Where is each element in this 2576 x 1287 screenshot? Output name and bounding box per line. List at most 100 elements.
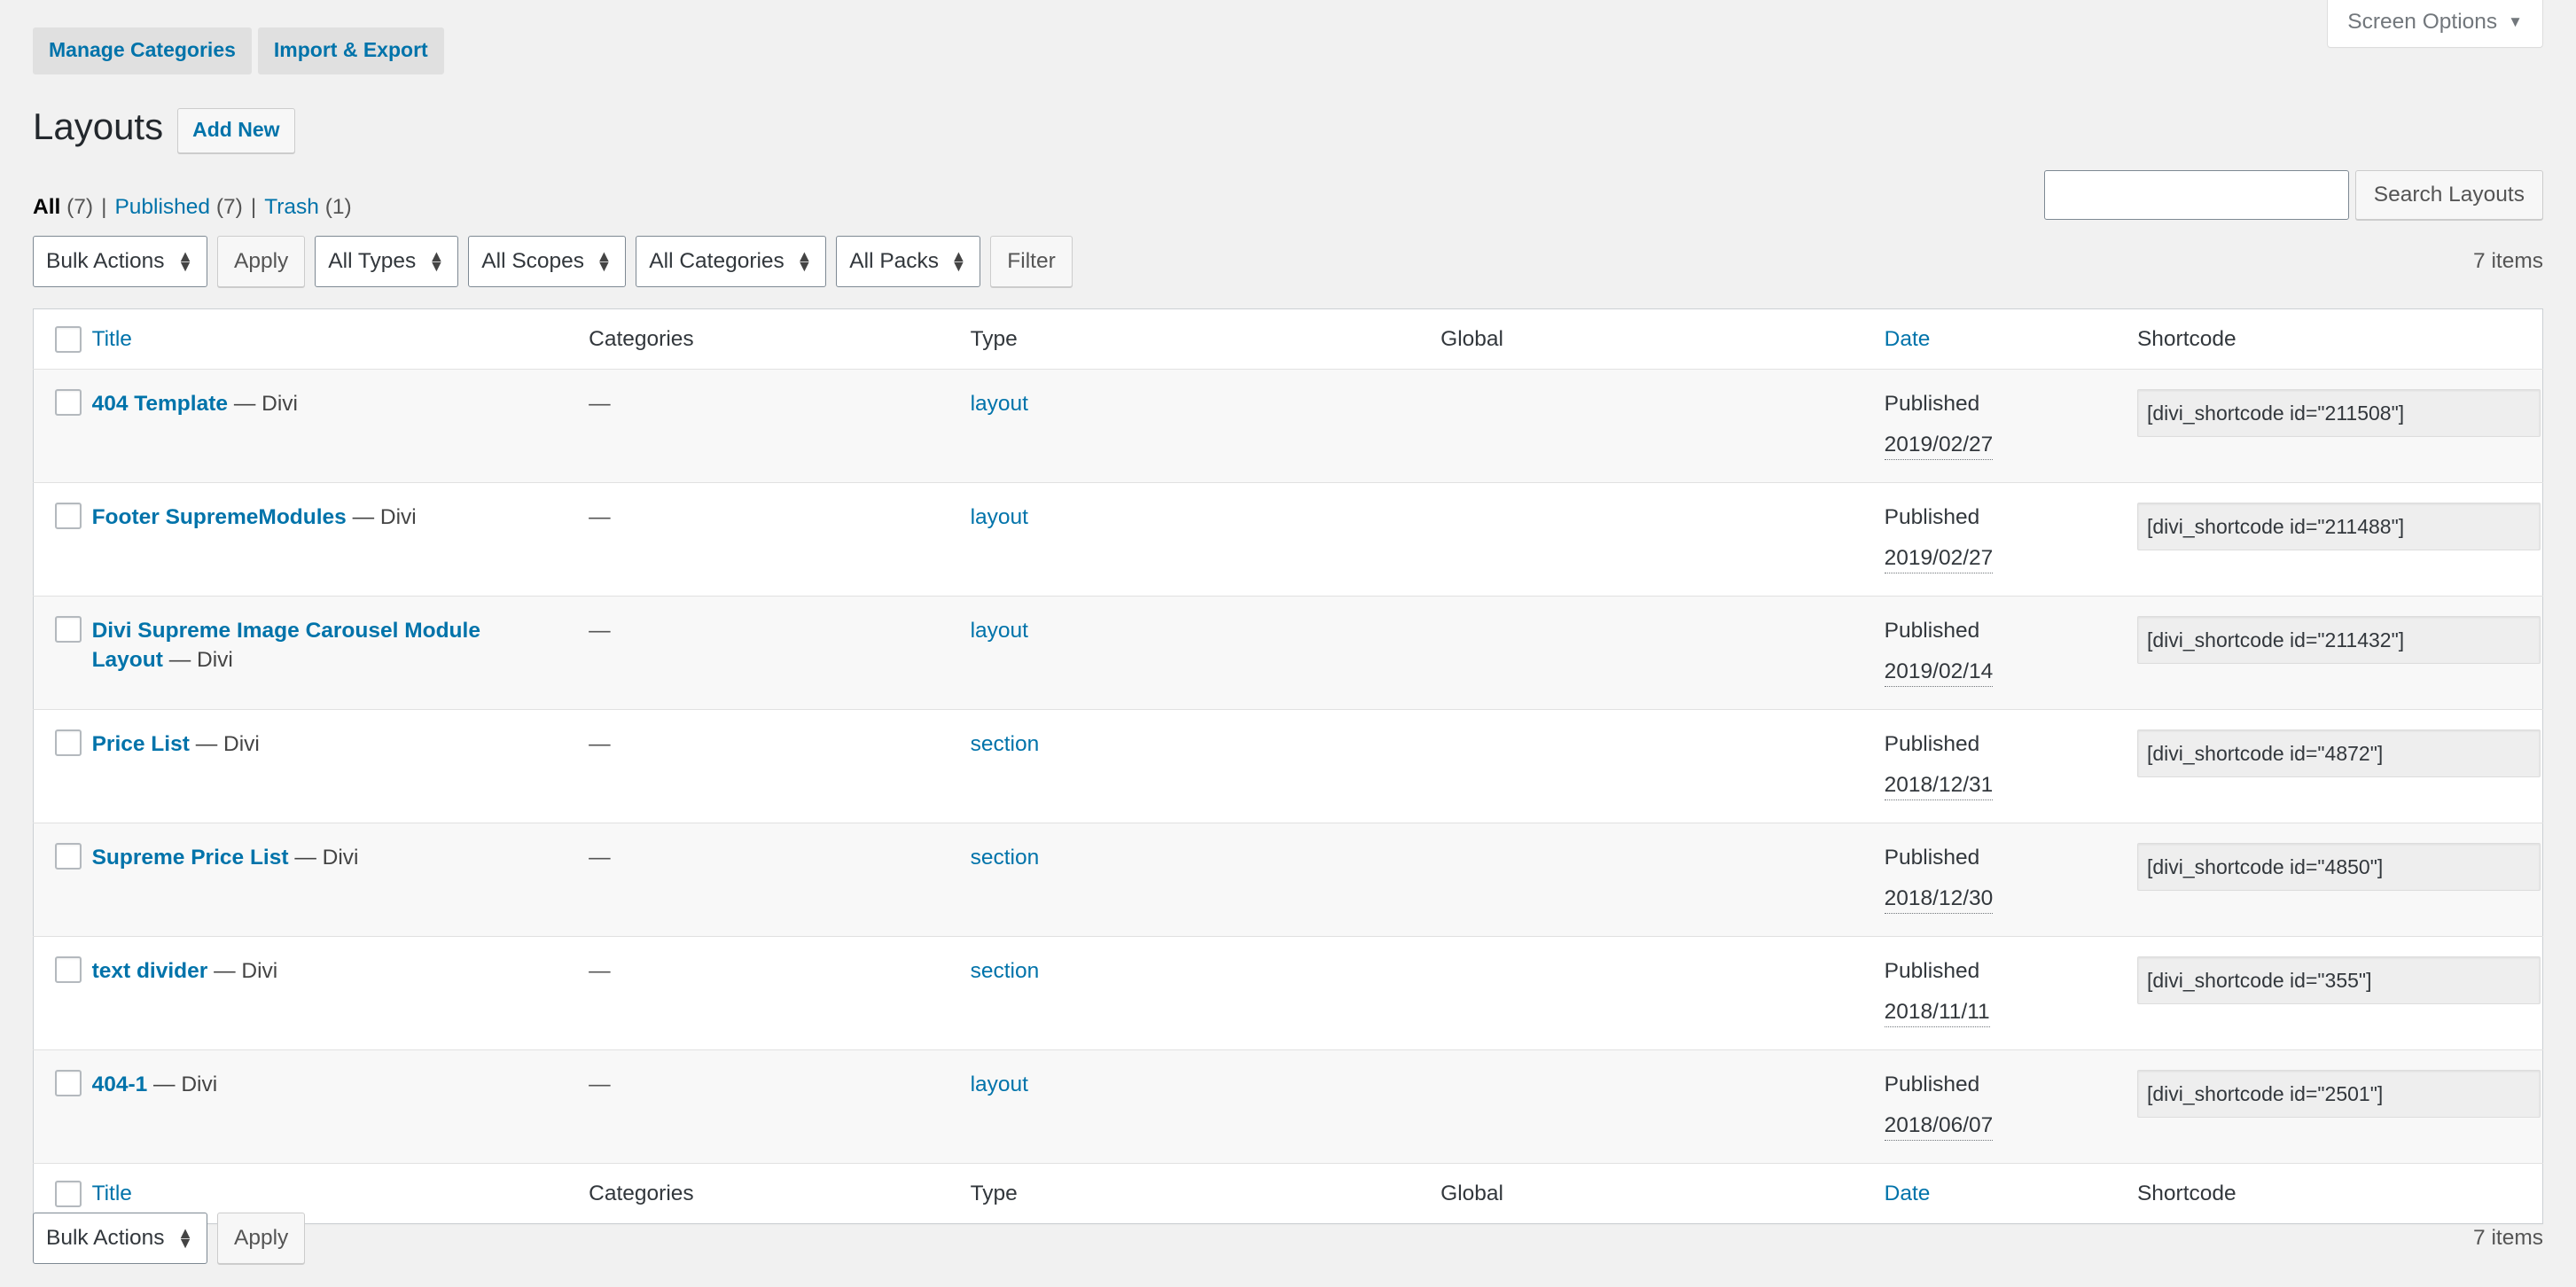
scopes-select[interactable]: All Scopes	[468, 236, 627, 287]
row-checkbox[interactable]	[55, 843, 82, 870]
cell-global	[1440, 1050, 1885, 1164]
row-title-link[interactable]: text divider	[92, 959, 208, 983]
sort-link-date[interactable]: Date	[1885, 327, 1931, 351]
cell-global	[1440, 597, 1885, 710]
cell-categories: —	[589, 392, 611, 416]
types-select[interactable]: All Types	[315, 236, 459, 287]
manage-categories-button[interactable]: Manage Categories	[33, 27, 252, 74]
row-type-link[interactable]: layout	[971, 619, 1028, 643]
row-date-value: 2019/02/27	[1884, 430, 1994, 461]
row-checkbox[interactable]	[55, 956, 82, 983]
status-filter-trash: Trash (1)	[264, 195, 351, 219]
cell-shortcode	[2136, 597, 2543, 710]
packs-select-wrap: All Packs ▲ ▼	[836, 236, 981, 287]
heading-row: Layouts Add New	[33, 105, 295, 153]
cell-type: layout	[971, 370, 1441, 483]
row-type-link[interactable]: layout	[971, 392, 1028, 416]
sort-link-title[interactable]: Title	[92, 327, 132, 351]
cell-categories: —	[589, 732, 611, 756]
row-checkbox[interactable]	[55, 729, 82, 756]
cell-global	[1440, 370, 1885, 483]
status-link-published[interactable]: Published	[114, 195, 210, 219]
row-date-status: Published	[1884, 1072, 1980, 1096]
row-type-link[interactable]: section	[971, 732, 1040, 756]
shortcode-input[interactable]	[2136, 729, 2541, 777]
shortcode-input[interactable]	[2136, 503, 2541, 550]
cell-date: Published 2019/02/14	[1884, 597, 2137, 710]
scopes-select-wrap: All Scopes ▲ ▼	[468, 236, 627, 287]
shortcode-input[interactable]	[2136, 616, 2541, 664]
column-header-title: Title	[91, 308, 589, 370]
filter-button[interactable]: Filter	[990, 236, 1073, 287]
page-title-actions: Manage Categories Import & Export	[33, 27, 444, 74]
row-select-cell	[34, 1050, 92, 1164]
item-count-bottom: 7 items	[2473, 1226, 2543, 1250]
row-date-value: 2018/06/07	[1884, 1111, 1994, 1142]
table-row: text divider — Divi — section Published 2018…	[33, 936, 2543, 1050]
select-all-checkbox-top[interactable]	[55, 326, 82, 353]
cell-global	[1440, 823, 1885, 937]
cell-shortcode	[2136, 1050, 2543, 1164]
search-input[interactable]	[2043, 170, 2349, 220]
cell-categories: —	[589, 505, 611, 529]
status-separator-1: |	[101, 195, 107, 219]
status-link-trash[interactable]: Trash	[264, 195, 319, 219]
table-head: Title Categories Type Global Date Shortc…	[33, 308, 2543, 370]
row-post-state: — Divi	[153, 1072, 218, 1096]
cell-type: layout	[971, 483, 1441, 597]
row-type-link[interactable]: layout	[971, 505, 1028, 529]
shortcode-input[interactable]	[2136, 1070, 2541, 1118]
page-title: Layouts	[33, 105, 164, 148]
cell-title: 404 Template — Divi	[92, 370, 589, 483]
table-row: Divi Supreme Image Carousel Module Layou…	[33, 596, 2543, 710]
sort-link-date-footer[interactable]: Date	[1885, 1182, 1931, 1205]
row-checkbox[interactable]	[55, 503, 82, 529]
row-select-cell	[34, 710, 92, 823]
bulk-actions-select-bottom[interactable]: Bulk Actions	[33, 1213, 207, 1264]
status-filter-links: All (7) | Published (7) | Trash (1)	[33, 195, 352, 219]
row-title-link[interactable]: Divi Supreme Image Carousel Module Layou…	[92, 619, 480, 672]
row-type-link[interactable]: section	[971, 959, 1040, 983]
row-title-link[interactable]: Supreme Price List	[92, 846, 289, 870]
status-filter-published: Published (7)	[114, 195, 243, 219]
row-checkbox[interactable]	[55, 616, 82, 643]
column-header-shortcode: Shortcode	[2136, 308, 2543, 370]
shortcode-input[interactable]	[2136, 956, 2541, 1004]
screen-options-label: Screen Options	[2347, 10, 2498, 34]
row-date-status: Published	[1884, 732, 1980, 756]
row-title-link[interactable]: Footer SupremeModules	[92, 505, 347, 529]
table-row: 404-1 — Divi — layout Published 2018/06/07	[33, 1049, 2543, 1164]
shortcode-input[interactable]	[2136, 389, 2541, 437]
row-post-state: — Divi	[195, 732, 260, 756]
cell-type: section	[971, 823, 1441, 937]
packs-select[interactable]: All Packs	[836, 236, 981, 287]
import-export-button[interactable]: Import & Export	[257, 27, 444, 74]
row-title-link[interactable]: Price List	[92, 732, 190, 756]
shortcode-input[interactable]	[2136, 843, 2541, 891]
row-checkbox[interactable]	[55, 1070, 82, 1096]
apply-button-top[interactable]: Apply	[217, 236, 306, 287]
sort-link-title-footer[interactable]: Title	[92, 1182, 132, 1205]
bulk-actions-select[interactable]: Bulk Actions	[33, 236, 207, 287]
status-count-published: (7)	[215, 195, 243, 219]
cell-date: Published 2018/12/31	[1884, 710, 2137, 823]
row-title-link[interactable]: 404 Template	[92, 392, 228, 416]
row-title-link[interactable]: 404-1	[92, 1072, 148, 1096]
categories-select[interactable]: All Categories	[636, 236, 827, 287]
row-checkbox[interactable]	[55, 389, 82, 416]
table-header-row: Title Categories Type Global Date Shortc…	[33, 308, 2543, 370]
select-all-checkbox-bottom[interactable]	[55, 1181, 82, 1207]
screen-options-toggle[interactable]: Screen Options ▼	[2327, 0, 2543, 48]
status-link-all[interactable]: All	[33, 195, 60, 219]
row-select-cell	[34, 823, 92, 937]
search-layouts-button[interactable]: Search Layouts	[2354, 170, 2543, 220]
row-type-link[interactable]: section	[971, 846, 1040, 870]
tablenav-bottom: Bulk Actions ▲ ▼ Apply 7 items	[33, 1213, 2543, 1268]
row-select-cell	[34, 937, 92, 1050]
select-all-header	[33, 308, 92, 370]
row-type-link[interactable]: layout	[971, 1072, 1028, 1096]
row-post-state: — Divi	[233, 392, 298, 416]
apply-button-bottom[interactable]: Apply	[217, 1213, 306, 1264]
cell-title: Divi Supreme Image Carousel Module Layou…	[92, 597, 589, 710]
add-new-button[interactable]: Add New	[177, 108, 295, 153]
